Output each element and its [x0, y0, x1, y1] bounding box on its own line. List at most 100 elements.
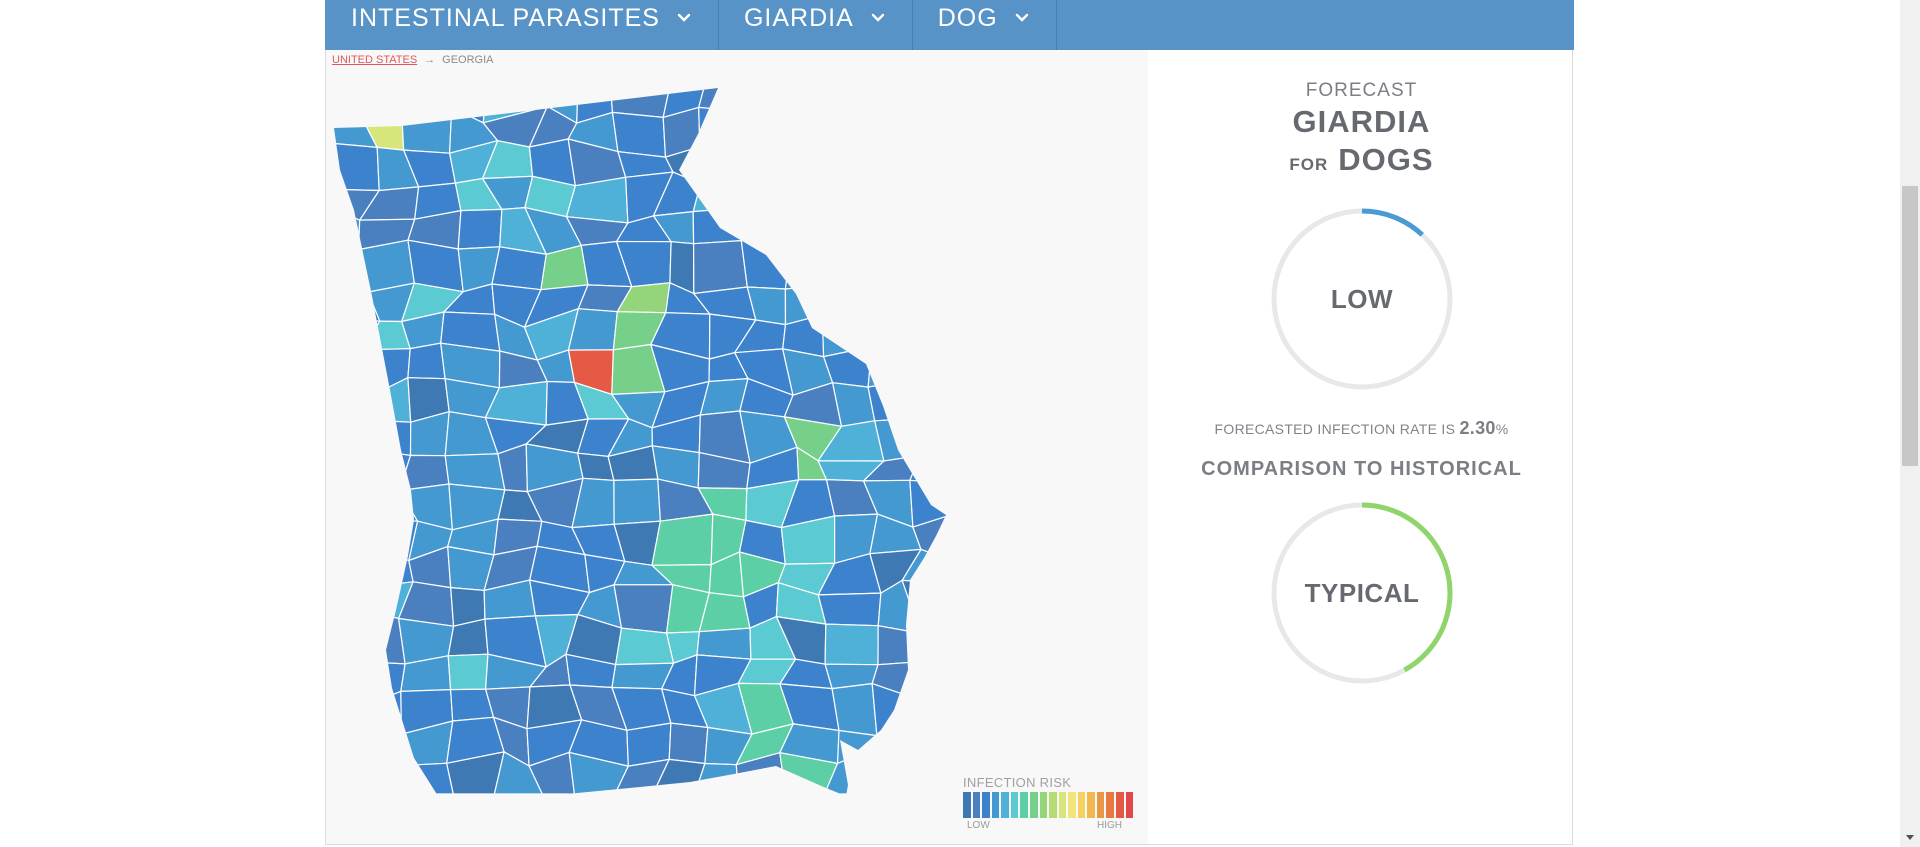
county-region[interactable]: [441, 80, 489, 124]
county-region[interactable]: [743, 146, 801, 182]
county-region[interactable]: [360, 80, 413, 119]
nav-parasite-category[interactable]: INTESTINAL PARASITES: [325, 0, 719, 50]
county-region[interactable]: [326, 613, 381, 663]
county-region[interactable]: [362, 517, 419, 562]
county-region[interactable]: [904, 104, 956, 155]
county-region[interactable]: [780, 80, 838, 116]
county-region[interactable]: [836, 729, 879, 765]
county-region[interactable]: [668, 722, 709, 765]
county-region[interactable]: [326, 723, 381, 771]
county-region[interactable]: [821, 314, 873, 358]
county-region[interactable]: [919, 631, 956, 663]
county-region[interactable]: [877, 624, 922, 666]
county-region[interactable]: [692, 173, 747, 213]
county-region[interactable]: [903, 80, 956, 124]
county-region[interactable]: [326, 247, 369, 293]
county-region[interactable]: [699, 146, 747, 185]
county-region[interactable]: [743, 173, 801, 212]
county-region[interactable]: [780, 106, 830, 148]
county-region[interactable]: [901, 717, 956, 757]
scroll-down-arrow-icon[interactable]: [1900, 829, 1920, 847]
county-region[interactable]: [692, 239, 748, 295]
county-region[interactable]: [698, 106, 759, 148]
county-region[interactable]: [326, 754, 381, 795]
county-region[interactable]: [651, 513, 714, 566]
county-region[interactable]: [784, 283, 838, 326]
county-region[interactable]: [613, 478, 662, 525]
county-region[interactable]: [871, 682, 918, 737]
county-region[interactable]: [326, 682, 376, 730]
county-region[interactable]: [911, 241, 956, 283]
county-region[interactable]: [365, 754, 421, 795]
county-region[interactable]: [367, 727, 403, 767]
county-region[interactable]: [864, 104, 912, 154]
county-region[interactable]: [326, 419, 375, 455]
county-region[interactable]: [914, 359, 956, 385]
county-region[interactable]: [326, 586, 381, 621]
county-region[interactable]: [457, 208, 503, 250]
county-region[interactable]: [362, 419, 412, 457]
county-region[interactable]: [824, 208, 883, 252]
county-region[interactable]: [915, 659, 957, 702]
county-region[interactable]: [901, 579, 956, 635]
county-region[interactable]: [831, 682, 878, 737]
county-region[interactable]: [826, 249, 883, 293]
county-region[interactable]: [742, 80, 784, 116]
county-region[interactable]: [875, 80, 912, 112]
county-region[interactable]: [825, 106, 880, 154]
county-region[interactable]: [745, 112, 798, 148]
county-region[interactable]: [362, 448, 412, 492]
nav-species[interactable]: DOG: [913, 0, 1057, 50]
county-region[interactable]: [862, 208, 913, 252]
county-region[interactable]: [901, 751, 956, 795]
georgia-county-map[interactable]: [326, 50, 1148, 844]
county-region[interactable]: [904, 142, 956, 191]
county-region[interactable]: [326, 448, 365, 492]
county-region[interactable]: [326, 316, 381, 353]
county-region[interactable]: [692, 206, 747, 245]
county-region[interactable]: [914, 309, 956, 362]
county-region[interactable]: [326, 80, 369, 119]
county-region[interactable]: [611, 111, 667, 158]
county-region[interactable]: [827, 142, 873, 185]
county-region[interactable]: [784, 248, 838, 290]
county-region[interactable]: [491, 246, 547, 291]
page-scrollbar[interactable]: [1900, 0, 1920, 847]
county-region[interactable]: [869, 274, 920, 327]
county-region[interactable]: [869, 241, 921, 293]
county-region[interactable]: [326, 545, 371, 593]
nav-disease[interactable]: GIARDIA: [719, 0, 913, 50]
county-region[interactable]: [869, 308, 918, 361]
county-region[interactable]: [783, 180, 840, 223]
county-region[interactable]: [367, 690, 403, 735]
county-region[interactable]: [447, 653, 489, 691]
county-region[interactable]: [398, 762, 455, 795]
county-region[interactable]: [795, 142, 840, 185]
county-region[interactable]: [864, 142, 922, 191]
county-region[interactable]: [401, 106, 453, 154]
county-region[interactable]: [901, 206, 956, 259]
county-region[interactable]: [326, 382, 380, 428]
county-region[interactable]: [817, 592, 882, 627]
county-region[interactable]: [362, 489, 419, 522]
county-region[interactable]: [326, 477, 367, 519]
county-region[interactable]: [783, 209, 828, 252]
county-region[interactable]: [862, 173, 922, 220]
county-region[interactable]: [900, 176, 956, 220]
county-region[interactable]: [821, 283, 872, 327]
county-region[interactable]: [696, 627, 752, 660]
county-region[interactable]: [359, 613, 406, 665]
county-region[interactable]: [609, 80, 672, 119]
county-region[interactable]: [867, 377, 917, 422]
scrollbar-thumb[interactable]: [1902, 186, 1918, 466]
county-region[interactable]: [740, 206, 792, 250]
county-region[interactable]: [326, 349, 380, 393]
county-region[interactable]: [867, 345, 918, 388]
county-region[interactable]: [362, 545, 414, 588]
county-region[interactable]: [824, 623, 879, 666]
county-region[interactable]: [902, 377, 956, 421]
county-region[interactable]: [613, 584, 674, 634]
county-region[interactable]: [825, 80, 880, 112]
county-region[interactable]: [400, 80, 453, 116]
county-region[interactable]: [326, 651, 376, 703]
